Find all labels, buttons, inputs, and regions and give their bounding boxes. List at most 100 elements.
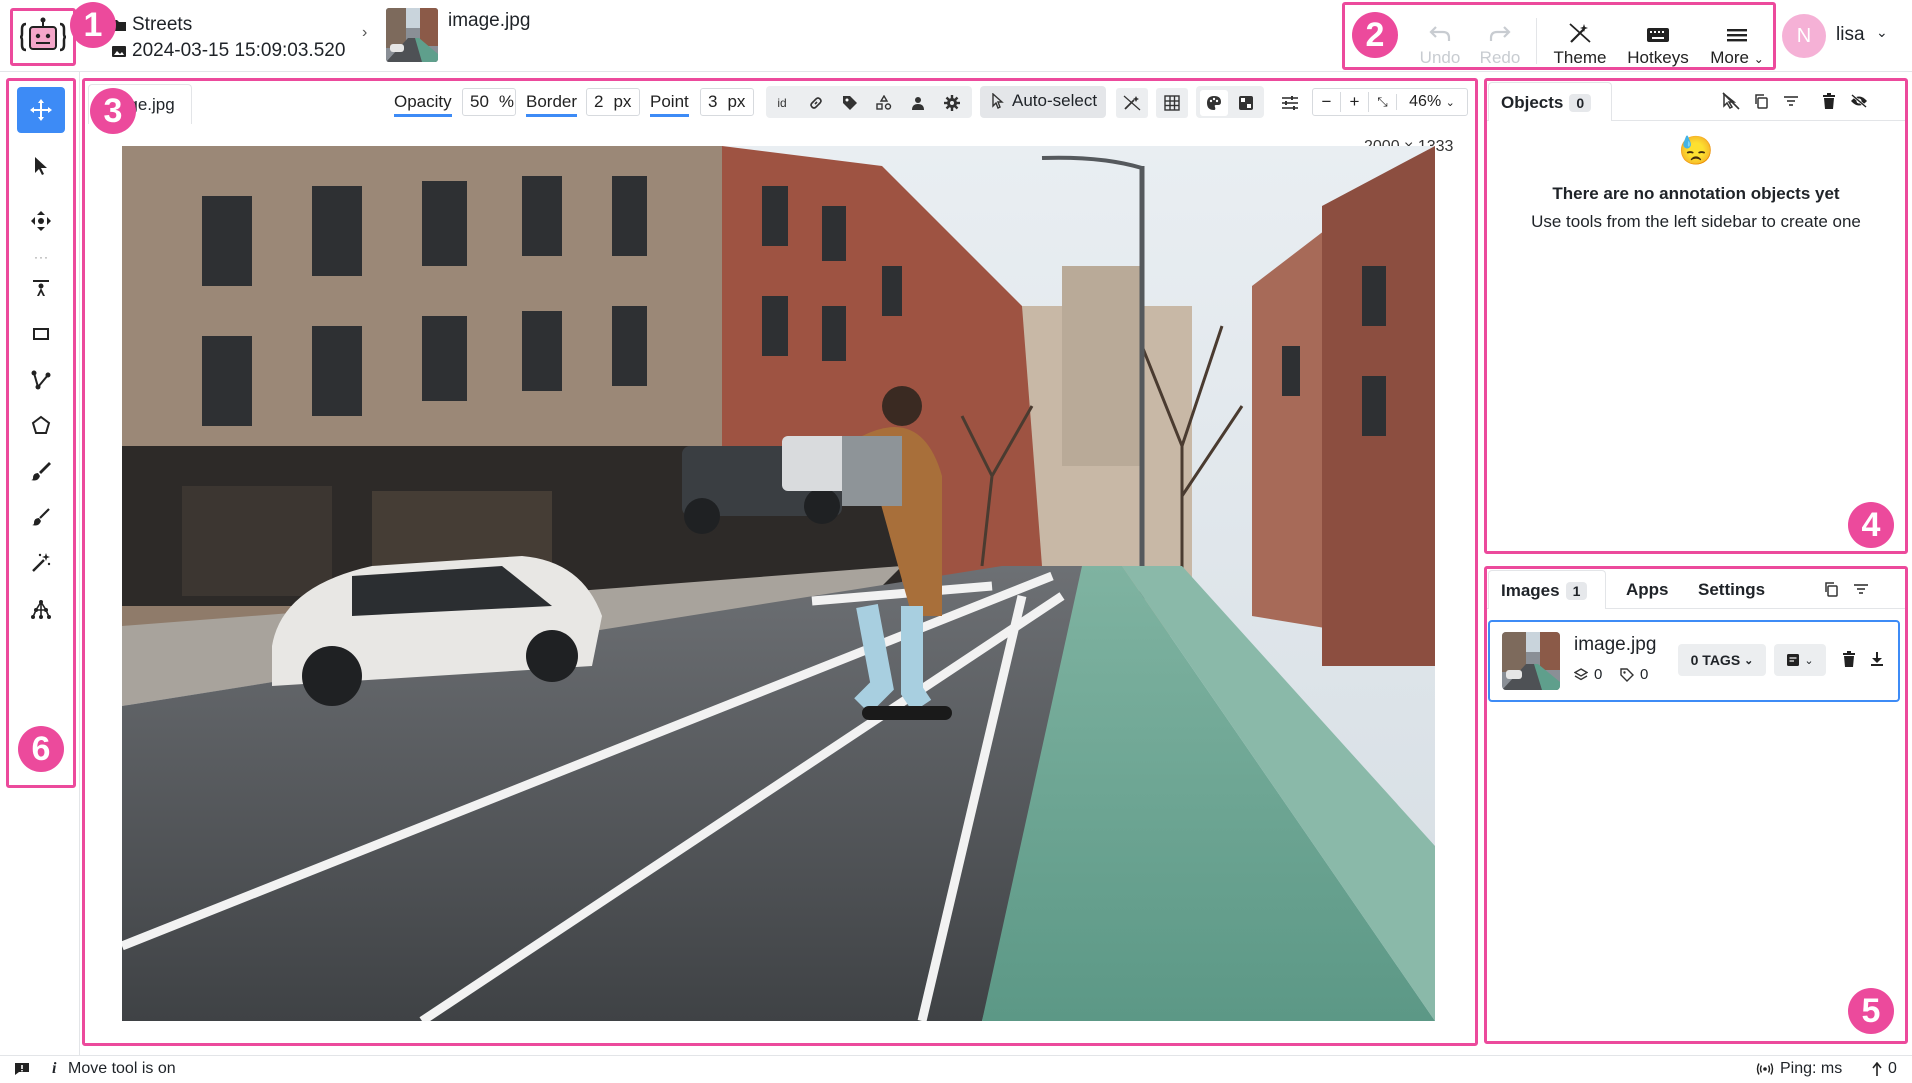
image-status-dropdown[interactable]: ⌄ xyxy=(1774,644,1826,676)
polygon-tool-button[interactable] xyxy=(17,402,65,448)
redo-button[interactable]: Redo xyxy=(1474,12,1526,68)
cursor-icon xyxy=(992,93,1004,109)
keyboard-icon xyxy=(1647,28,1669,42)
image-thumbnail[interactable] xyxy=(386,8,438,62)
callout-badge-5: 5 xyxy=(1848,988,1894,1034)
arrow-up-icon xyxy=(1872,1062,1882,1076)
list-item-name: image.jpg xyxy=(1574,634,1657,655)
eraser-brush-icon xyxy=(32,508,50,526)
shapes-icon[interactable] xyxy=(868,88,900,118)
magic-wand-tool-button[interactable] xyxy=(17,540,65,586)
robot-logo-icon xyxy=(20,17,66,52)
download-icon[interactable] xyxy=(1864,646,1890,672)
eraser-brush-tool-button[interactable] xyxy=(17,494,65,540)
theme-wand-icon xyxy=(1569,23,1591,43)
breadcrumb-image-name[interactable]: image.jpg xyxy=(448,10,530,32)
list-item-objects-count: 0 xyxy=(1574,666,1602,683)
zoom-chevron-icon: ⌄ xyxy=(1445,97,1455,109)
filter-icon[interactable] xyxy=(1778,88,1804,114)
undo-button[interactable]: Undo xyxy=(1414,12,1466,68)
redo-icon xyxy=(1489,26,1511,41)
cursor-arrow-icon xyxy=(35,157,47,175)
callout-badge-2: 2 xyxy=(1352,12,1398,58)
pan-tool-button[interactable] xyxy=(17,198,65,244)
header-divider xyxy=(1536,18,1537,64)
tag-outline-icon xyxy=(1620,667,1634,682)
grid-icon[interactable] xyxy=(1156,88,1188,118)
sliders-icon[interactable] xyxy=(1274,88,1306,118)
images-filter-icon[interactable] xyxy=(1848,576,1874,602)
border-label: Border xyxy=(526,92,578,117)
zoom-controls: − + ⤡ 46% ⌄ xyxy=(1312,88,1468,116)
fit-to-screen-icon[interactable]: ⤡ xyxy=(1369,94,1397,110)
brush-tool-button[interactable] xyxy=(17,448,65,494)
hotkeys-button[interactable]: Hotkeys xyxy=(1622,12,1694,68)
signal-icon xyxy=(1756,1063,1774,1075)
graph-tool-button[interactable] xyxy=(17,586,65,632)
opacity-input[interactable]: 50% xyxy=(462,88,516,116)
pan-arrows-icon xyxy=(31,211,51,231)
avatar[interactable]: N xyxy=(1782,14,1826,58)
graph-nodes-icon xyxy=(31,600,51,619)
palette-icon[interactable] xyxy=(1200,90,1228,116)
link-icon[interactable] xyxy=(800,88,832,118)
tags-dropdown[interactable]: 0 TAGS ⌄ xyxy=(1678,644,1766,676)
objects-tab[interactable]: Objects 0 xyxy=(1488,82,1612,121)
delete-image-icon[interactable] xyxy=(1836,646,1862,672)
point-tool-button[interactable] xyxy=(17,265,65,311)
more-label: More xyxy=(1710,48,1749,67)
breadcrumb-dataset[interactable]: 2024-03-15 15:09:03.520 xyxy=(112,40,345,62)
copy-icon[interactable] xyxy=(1748,88,1774,114)
image-list-item[interactable]: image.jpg 0 0 0 TAGS ⌄ ⌄ xyxy=(1488,620,1900,702)
breadcrumb-chevron-icon: › xyxy=(362,24,368,41)
polyline-tool-button[interactable] xyxy=(17,357,65,403)
zoom-select[interactable]: 46% ⌄ xyxy=(1397,93,1467,111)
ai-toggle-icon[interactable] xyxy=(1116,88,1148,118)
annotation-canvas-image[interactable] xyxy=(122,146,1435,1021)
images-tab[interactable]: Images 1 xyxy=(1488,570,1606,609)
eye-off-icon[interactable] xyxy=(1846,88,1872,114)
apps-tab[interactable]: Apps xyxy=(1626,580,1669,600)
settings-gear-icon[interactable] xyxy=(936,88,968,118)
polyline-icon xyxy=(31,370,51,390)
theme-button[interactable]: Theme xyxy=(1548,12,1612,68)
chevron-down-icon: ⌄ xyxy=(1753,52,1764,66)
tag-icon[interactable] xyxy=(834,88,866,118)
list-item-thumbnail xyxy=(1502,632,1560,690)
layers-icon xyxy=(1574,667,1588,680)
checker-icon[interactable] xyxy=(1232,90,1260,116)
feedback-icon[interactable] xyxy=(14,1062,30,1081)
zoom-in-button[interactable]: + xyxy=(1341,92,1369,112)
rectangle-icon xyxy=(33,328,49,340)
point-label: Point xyxy=(650,92,689,117)
breadcrumb-project[interactable]: Streets xyxy=(112,14,345,36)
move-tool-button[interactable] xyxy=(17,87,65,133)
hide-objects-icon[interactable] xyxy=(1718,88,1744,114)
user-icon[interactable] xyxy=(902,88,934,118)
border-input[interactable]: 2 px xyxy=(586,88,640,116)
objects-panel: Objects 0 😓 There are no annotation objec… xyxy=(1484,78,1908,554)
empty-state-subtitle: Use tools from the left sidebar to creat… xyxy=(1531,212,1861,231)
app-logo[interactable] xyxy=(10,8,76,66)
show-id-toggle[interactable]: id xyxy=(766,88,798,118)
tags-chevron-icon: ⌄ xyxy=(1744,654,1754,667)
toolbar-separator-dots: ··· xyxy=(34,250,49,264)
undo-label: Undo xyxy=(1419,48,1461,67)
delete-all-icon[interactable] xyxy=(1816,88,1842,114)
menu-icon xyxy=(1727,29,1747,42)
left-toolbar: ··· xyxy=(0,72,80,1055)
settings-tab[interactable]: Settings xyxy=(1698,580,1765,600)
images-copy-icon[interactable] xyxy=(1818,576,1844,602)
user-name[interactable]: lisa xyxy=(1836,24,1865,46)
dataset-date: 2024-03-15 15:09:03.520 xyxy=(132,40,346,61)
hotkeys-label: Hotkeys xyxy=(1627,48,1689,67)
ping-indicator: Ping: ms xyxy=(1756,1060,1842,1078)
point-input[interactable]: 3 px xyxy=(700,88,754,116)
status-chevron-icon: ⌄ xyxy=(1804,654,1814,667)
more-button[interactable]: More ⌄ xyxy=(1702,12,1772,68)
upload-indicator: 0 xyxy=(1872,1060,1897,1078)
zoom-out-button[interactable]: − xyxy=(1313,92,1341,112)
rectangle-tool-button[interactable] xyxy=(17,311,65,357)
user-menu-chevron-icon[interactable]: ⌄ xyxy=(1876,24,1888,41)
select-tool-button[interactable] xyxy=(17,143,65,189)
